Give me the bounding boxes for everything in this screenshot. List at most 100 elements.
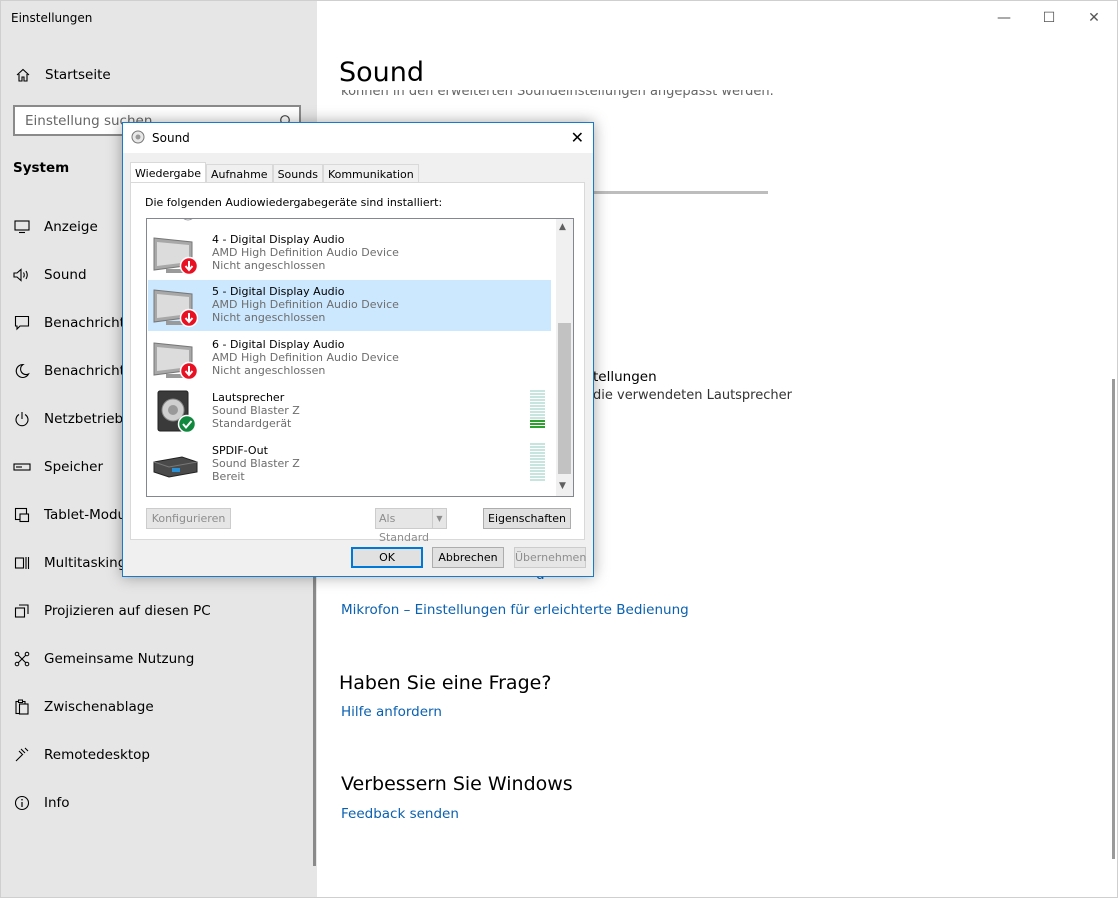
- device-item[interactable]: Lautsprecher Sound Blaster Z Standardger…: [148, 386, 551, 437]
- scroll-down-icon[interactable]: ▼: [559, 481, 566, 491]
- devices-label: Die folgenden Audiowiedergabegeräte sind…: [145, 196, 443, 209]
- info-icon: [12, 793, 32, 813]
- sidebar-item-label: Zwischenablage: [44, 699, 154, 715]
- question-heading: Haben Sie eine Frage?: [339, 672, 552, 694]
- tab-panel-wiedergabe: Die folgenden Audiowiedergabegeräte sind…: [130, 182, 585, 544]
- tab-aufnahme[interactable]: Aufnahme: [206, 164, 273, 184]
- moon-icon: [12, 361, 32, 381]
- partial-heading: tellungen: [593, 369, 657, 385]
- device-driver: AMD High Definition Audio Device: [212, 351, 399, 364]
- volume-slider-track[interactable]: [593, 191, 768, 194]
- device-status: Nicht angeschlossen: [212, 364, 326, 377]
- sidebar-item-label: Projizieren auf diesen PC: [44, 603, 211, 619]
- scrollbar-thumb[interactable]: [558, 323, 571, 474]
- maximize-button[interactable]: ☐: [1040, 9, 1058, 27]
- volume-meter: [530, 443, 545, 482]
- home-nav-item[interactable]: Startseite: [13, 65, 111, 85]
- device-item[interactable]: SPDIF-Out Sound Blaster Z Bereit: [148, 439, 551, 490]
- sidebar-item-remotedesktop[interactable]: Remotedesktop: [1, 735, 317, 775]
- home-icon: [13, 65, 33, 85]
- sidebar-item-label: Info: [44, 795, 70, 811]
- close-button[interactable]: ✕: [1085, 9, 1103, 27]
- section-label-system: System: [13, 160, 70, 176]
- app-title: Einstellungen: [11, 11, 93, 25]
- sidebar-item-projizieren[interactable]: Projizieren auf diesen PC: [1, 591, 317, 631]
- sidebar-item-gemeinsame-nutzung[interactable]: Gemeinsame Nutzung: [1, 639, 317, 679]
- dialog-close-icon[interactable]: ✕: [571, 128, 584, 147]
- power-icon: [12, 409, 32, 429]
- configure-button[interactable]: Konfigurieren: [146, 508, 231, 529]
- device-item[interactable]: 6 - Digital Display Audio AMD High Defin…: [148, 333, 551, 384]
- sound-dialog-icon: [131, 130, 145, 144]
- monitor-icon: [153, 342, 198, 381]
- dropdown-arrow-icon[interactable]: ▼: [432, 509, 446, 528]
- project-icon: [12, 601, 32, 621]
- sidebar-item-label: Sound: [44, 267, 87, 283]
- clipboard-icon: [12, 697, 32, 717]
- tab-sounds[interactable]: Sounds: [272, 164, 323, 184]
- device-name: 4 - Digital Display Audio: [212, 233, 345, 246]
- device-status: Bereit: [212, 470, 245, 483]
- content-scrollbar[interactable]: [1112, 379, 1115, 859]
- device-name: SPDIF-Out: [212, 444, 268, 457]
- minimize-button[interactable]: —: [995, 9, 1013, 27]
- device-status: Nicht angeschlossen: [212, 259, 326, 272]
- share-icon: [12, 649, 32, 669]
- dialog-tabs: Wiedergabe Aufnahme Sounds Kommunikation: [130, 162, 419, 184]
- sidebar-item-label: Anzeige: [44, 219, 98, 235]
- display-icon: [12, 217, 32, 237]
- page-title: Sound: [339, 57, 425, 88]
- dialog-titlebar: Sound ✕: [123, 123, 593, 153]
- settings-window: Einstellungen Startseite Einstellung suc…: [0, 0, 1118, 898]
- speaker-device-icon: [157, 390, 197, 434]
- device-name: Lautsprecher: [212, 391, 285, 404]
- sidebar-item-label: Gemeinsame Nutzung: [44, 651, 195, 667]
- improve-heading: Verbessern Sie Windows: [341, 773, 573, 795]
- sidebar-scrollbar[interactable]: [313, 531, 316, 866]
- sound-dialog: Sound ✕ Wiedergabe Aufnahme Sounds Kommu…: [122, 122, 594, 577]
- sidebar-item-label: Multitasking: [44, 555, 127, 571]
- device-status: Nicht angeschlossen: [212, 311, 326, 324]
- set-default-label: Als Standard: [379, 512, 430, 544]
- apply-button[interactable]: Übernehmen: [514, 547, 586, 568]
- monitor-icon: [153, 237, 198, 276]
- device-name: 6 - Digital Display Audio: [212, 338, 345, 351]
- monitor-icon: [153, 289, 198, 328]
- device-status: Standardgerät: [212, 417, 292, 430]
- help-link[interactable]: Hilfe anfordern: [341, 704, 442, 720]
- dialog-title: Sound: [152, 131, 190, 145]
- spdif-device-icon: [153, 456, 198, 478]
- partial-description: die verwendeten Lautsprecher: [593, 388, 792, 403]
- sidebar-item-label: Tablet-Modus: [44, 507, 134, 523]
- sidebar-item-label: Remotedesktop: [44, 747, 150, 763]
- device-list[interactable]: 4 - Digital Display Audio AMD High Defin…: [146, 218, 574, 497]
- cut-off-device-icon: [183, 219, 193, 221]
- sidebar-item-label: Speicher: [44, 459, 104, 475]
- remote-icon: [12, 745, 32, 765]
- feedback-link[interactable]: Feedback senden: [341, 806, 459, 822]
- set-default-button[interactable]: Als Standard ▼: [375, 508, 447, 544]
- properties-button[interactable]: Eigenschaften: [483, 508, 571, 529]
- device-item[interactable]: 4 - Digital Display Audio AMD High Defin…: [148, 228, 551, 279]
- sidebar-item-info[interactable]: Info: [1, 783, 317, 823]
- tab-wiedergabe[interactable]: Wiedergabe: [130, 162, 207, 184]
- device-driver: Sound Blaster Z: [212, 457, 300, 470]
- storage-icon: [12, 457, 32, 477]
- device-driver: Sound Blaster Z: [212, 404, 300, 417]
- cut-description: können in den erweiterten Soundeinstellu…: [341, 90, 774, 99]
- device-driver: AMD High Definition Audio Device: [212, 298, 399, 311]
- device-driver: AMD High Definition Audio Device: [212, 246, 399, 259]
- volume-meter: [530, 390, 545, 429]
- device-list-scrollbar[interactable]: ▲ ▼: [556, 219, 573, 496]
- device-item-selected[interactable]: 5 - Digital Display Audio AMD High Defin…: [148, 280, 551, 331]
- sidebar-item-zwischenablage[interactable]: Zwischenablage: [1, 687, 317, 727]
- notification-icon: [12, 313, 32, 333]
- scroll-up-icon[interactable]: ▲: [559, 222, 566, 232]
- tab-kommunikation[interactable]: Kommunikation: [322, 164, 419, 184]
- cancel-button[interactable]: Abbrechen: [432, 547, 504, 568]
- tablet-icon: [12, 505, 32, 525]
- device-name: 5 - Digital Display Audio: [212, 285, 345, 298]
- mikrofon-accessibility-link[interactable]: Mikrofon – Einstellungen für erleichtert…: [341, 602, 689, 618]
- ok-button[interactable]: OK: [351, 547, 423, 568]
- home-label: Startseite: [45, 67, 111, 83]
